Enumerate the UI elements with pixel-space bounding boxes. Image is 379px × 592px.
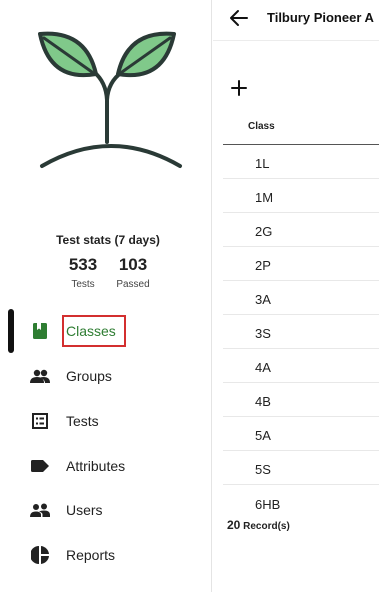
table-row[interactable]: 3A bbox=[223, 281, 379, 315]
table-row[interactable]: 4A bbox=[223, 349, 379, 383]
main-panel: Tilbury Pioneer A Class 1L 1M 2G 2P 3A 3… bbox=[213, 0, 379, 592]
page-title: Tilbury Pioneer A bbox=[267, 10, 374, 25]
class-cell: 6HB bbox=[255, 496, 281, 512]
label-icon bbox=[30, 457, 50, 475]
class-cell: 2P bbox=[255, 258, 271, 273]
record-count-value: 20 bbox=[227, 518, 241, 532]
table-row[interactable]: 5S bbox=[223, 451, 379, 485]
nav-label-tests: Tests bbox=[66, 413, 99, 429]
class-cell: 2G bbox=[255, 224, 273, 239]
class-cell: 1L bbox=[255, 156, 270, 171]
class-table: 1L 1M 2G 2P 3A 3S 4A 4B 5A 5S 6HB bbox=[223, 145, 379, 519]
people-icon bbox=[30, 367, 50, 385]
class-cell: 3A bbox=[255, 292, 271, 307]
tests-label: Tests bbox=[71, 279, 95, 290]
class-cell: 1M bbox=[255, 190, 274, 205]
passed-count: 103 bbox=[118, 255, 148, 274]
table-row[interactable]: 1M bbox=[223, 179, 379, 213]
nav-label-attributes: Attributes bbox=[66, 458, 126, 474]
list-icon bbox=[30, 412, 50, 430]
nav-label-groups: Groups bbox=[66, 368, 112, 384]
table-row[interactable]: 5A bbox=[223, 417, 379, 451]
table-row[interactable]: 6HB bbox=[223, 485, 379, 519]
class-cell: 4A bbox=[255, 360, 271, 375]
header-divider bbox=[213, 40, 379, 41]
nav-item-attributes[interactable]: Attributes bbox=[0, 448, 212, 484]
table-row[interactable]: 1L bbox=[223, 145, 379, 179]
nav-label-reports: Reports bbox=[66, 547, 116, 563]
highlight-annotation bbox=[62, 315, 126, 347]
nav-item-groups[interactable]: Groups bbox=[0, 358, 212, 394]
sidebar: Test stats (7 days) 533 Tests 103 Passed… bbox=[0, 0, 212, 592]
add-icon[interactable] bbox=[229, 78, 249, 98]
table-row[interactable]: 2P bbox=[223, 247, 379, 281]
record-count: 20 Record(s) bbox=[227, 518, 290, 532]
passed-label: Passed bbox=[116, 279, 150, 290]
nav-item-tests[interactable]: Tests bbox=[0, 403, 212, 439]
table-row[interactable]: 3S bbox=[223, 315, 379, 349]
class-cell: 3S bbox=[255, 326, 271, 341]
back-arrow-icon[interactable] bbox=[229, 8, 249, 28]
tests-count: 533 bbox=[68, 255, 98, 274]
column-header-class[interactable]: Class bbox=[248, 121, 275, 132]
table-row[interactable]: 4B bbox=[223, 383, 379, 417]
class-cell: 4B bbox=[255, 394, 271, 409]
nav-item-reports[interactable]: Reports bbox=[0, 537, 212, 573]
class-cell: 5A bbox=[255, 428, 271, 443]
nav-label-users: Users bbox=[66, 502, 103, 518]
nav-item-users[interactable]: Users bbox=[0, 492, 212, 528]
class-cell: 5S bbox=[255, 462, 271, 477]
record-count-label: Record(s) bbox=[243, 521, 290, 532]
stat-passed: 103 Passed bbox=[108, 254, 158, 290]
sprout-logo bbox=[38, 31, 182, 168]
stats-title: Test stats (7 days) bbox=[56, 233, 160, 247]
pie-chart-icon bbox=[30, 546, 50, 564]
stat-tests: 533 Tests bbox=[58, 254, 108, 290]
book-icon bbox=[30, 322, 50, 340]
users-icon bbox=[30, 501, 50, 519]
table-row[interactable]: 2G bbox=[223, 213, 379, 247]
